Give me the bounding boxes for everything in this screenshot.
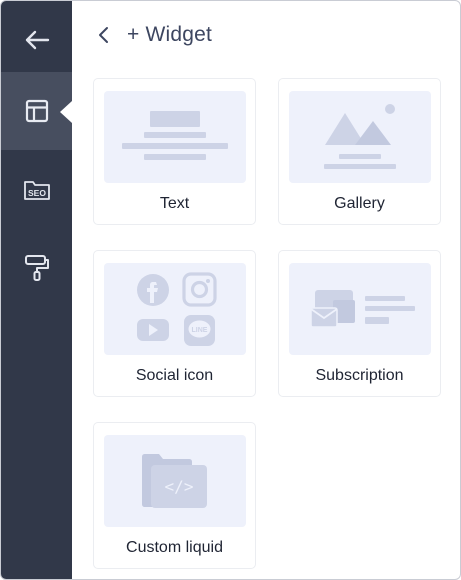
social-icon-thumbnail: LINE xyxy=(104,263,246,355)
seo-folder-icon: SEO xyxy=(23,181,50,200)
widget-label: Text xyxy=(159,195,190,212)
widget-card-social-icon[interactable]: LINE Social icon xyxy=(93,250,256,397)
widget-card-subscription[interactable]: Subscription xyxy=(278,250,441,397)
image-mountain-illustration xyxy=(324,104,396,169)
widget-label: Gallery xyxy=(334,195,385,212)
rail-theme-button[interactable] xyxy=(1,229,72,307)
arrow-left-icon xyxy=(25,30,49,50)
rail-seo-button[interactable]: SEO xyxy=(1,151,72,229)
widget-panel: SEO + Widget Text Gallery LINE Social ic… xyxy=(0,0,461,580)
code-symbol: </> xyxy=(165,477,194,496)
widget-card-gallery[interactable]: Gallery xyxy=(278,78,441,225)
rail-back-button[interactable] xyxy=(1,1,72,79)
text-thumbnail xyxy=(104,91,246,183)
page-title: + Widget xyxy=(127,23,213,46)
paint-roller-icon xyxy=(24,255,49,281)
envelope-form-illustration xyxy=(310,290,415,328)
gallery-thumbnail xyxy=(289,91,431,183)
panel-header: + Widget xyxy=(93,15,212,55)
widget-label: Social icon xyxy=(135,367,214,384)
subscription-thumbnail xyxy=(289,263,431,355)
code-file-illustration: </> xyxy=(142,454,207,508)
instagram-icon xyxy=(182,272,217,307)
widget-card-custom-liquid[interactable]: </> Custom liquid xyxy=(93,422,256,569)
seo-label: SEO xyxy=(28,188,46,198)
widget-label: Custom liquid xyxy=(126,539,223,556)
custom-liquid-thumbnail: </> xyxy=(104,435,246,527)
line-icon-text: LINE xyxy=(192,327,208,334)
active-pointer xyxy=(60,101,72,123)
back-button[interactable] xyxy=(93,23,113,47)
layout-icon xyxy=(25,99,48,123)
chevron-left-icon xyxy=(99,27,108,43)
widget-label: Subscription xyxy=(315,367,404,384)
side-rail: SEO xyxy=(1,1,72,579)
text-block-illustration xyxy=(122,111,228,160)
widget-card-text[interactable]: Text xyxy=(93,78,256,225)
social-icons-illustration: LINE xyxy=(137,272,217,346)
